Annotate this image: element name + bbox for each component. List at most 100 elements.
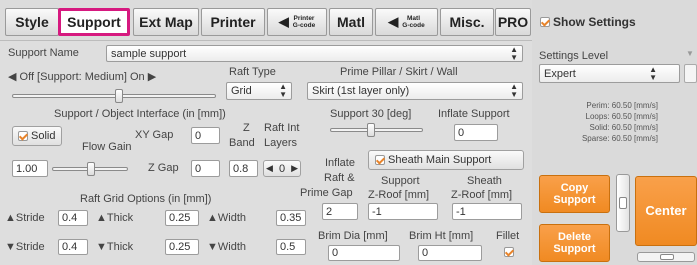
tab-matl-gcode-line2: G-code [402,22,425,29]
support-z-roof-label-1: Support [381,175,420,187]
speed-info: Perim: 60.50 [mm/s] Loops: 60.50 [mm/s] … [548,100,658,144]
left-arrow-icon: ◀ [388,14,399,29]
flow-gain-slider[interactable] [52,162,128,176]
thick-down-text: Thick [106,241,134,253]
raft-int-label-2: Layers [264,137,298,149]
up-arrow-icon[interactable]: ▲ [5,212,16,224]
width-up-text: Width [217,212,247,224]
width-down-input[interactable]: 0.5 [276,239,306,255]
support-angle-label: Support 30 [deg] [330,108,412,120]
copy-support-line2: Support [553,194,596,206]
prime-pillar-value: Skirt (1st layer only) [312,85,410,97]
raft-type-value: Grid [231,85,252,97]
settings-level-label: Settings Level [539,50,609,62]
solid-checkbox[interactable] [18,131,28,141]
fillet-toggle[interactable] [504,247,517,259]
settings-level-select[interactable]: Expert ▲ ▼ [539,64,680,83]
prime-pillar-select[interactable]: Skirt (1st layer only) ▲ ▼ [307,82,523,100]
inflate-support-input[interactable]: 0 [454,124,498,141]
tab-matl[interactable]: Matl [329,8,373,36]
support-z-roof-input[interactable]: -1 [368,203,438,220]
slider-thumb[interactable] [367,123,375,137]
vertical-slider-thumb[interactable] [619,197,627,209]
support-name-select[interactable]: sample support ▲ ▼ [106,45,523,62]
horizontal-slider-thumb[interactable] [660,254,674,260]
inflate-raft-input[interactable]: 2 [322,203,358,220]
copy-support-button[interactable]: Copy Support [539,175,610,213]
z-gap-input[interactable]: 0 [191,160,220,177]
support-level-slider[interactable] [12,89,216,103]
prime-pillar-label: Prime Pillar / Skirt / Wall [340,66,458,78]
down-arrow-icon[interactable]: ▼ [207,241,218,253]
left-arrow-icon: ◀ [8,71,17,83]
show-settings-checkbox[interactable] [540,17,550,27]
up-arrow-icon[interactable]: ▲ [207,212,218,224]
tab-support[interactable]: Support [58,8,130,36]
solid-label: Solid [31,130,56,142]
tab-misc-label: Misc. [449,14,485,30]
support-name-label: Support Name [8,47,79,59]
tab-ext-map[interactable]: Ext Map [133,8,199,36]
sheath-z-roof-input[interactable]: -1 [452,203,522,220]
brim-ht-label: Brim Ht [mm] [409,230,474,242]
tab-ext-map-label: Ext Map [139,14,193,30]
sheath-main-support-toggle[interactable]: Sheath Main Support [368,150,524,170]
brim-dia-input[interactable]: 0 [328,245,400,261]
left-arrow-icon[interactable]: ◀ [266,163,273,174]
width-up-input[interactable]: 0.35 [276,210,306,226]
raft-int-layers-stepper[interactable]: ◀ 0 ▶ [263,160,301,177]
thick-down-label: ▼Thick [96,241,133,253]
inflate-raft-label-2: Raft & [324,172,355,184]
inflate-raft-label-3: Prime Gap [300,187,353,199]
tab-printer-label: Printer [210,14,256,30]
fillet-checkbox[interactable] [504,247,514,257]
tab-pro[interactable]: PRO [495,8,531,36]
thick-down-input[interactable]: 0.25 [165,239,199,255]
support-angle-slider[interactable] [330,123,423,137]
tab-misc[interactable]: Misc. [440,8,494,36]
support-toggle-label: Off [Support: Medium] On [19,71,145,83]
stride-up-input[interactable]: 0.4 [58,210,88,226]
tab-printer-gcode[interactable]: ◀ Printer G-code [267,8,327,36]
horizontal-slider[interactable] [637,252,695,262]
interface-heading: Support / Object Interface (in [mm]) [54,108,226,120]
delete-support-line1: Delete [557,231,591,243]
right-arrow-icon: ▶ [147,71,157,83]
down-arrow-icon[interactable]: ▼ [96,241,107,253]
right-arrow-icon[interactable]: ▶ [291,163,298,174]
sheath-main-support-checkbox[interactable] [375,155,385,165]
raft-type-select[interactable]: Grid ▲ ▼ [226,82,292,100]
updown-caret-icon: ▲ ▼ [279,82,287,99]
tab-matl-label: Matl [337,14,365,30]
center-button[interactable]: Center [635,176,697,246]
stride-down-input[interactable]: 0.4 [58,239,88,255]
up-arrow-icon[interactable]: ▲ [96,212,107,224]
delete-support-button[interactable]: Delete Support [539,224,610,262]
settings-level-side-box[interactable] [684,64,697,83]
tab-matl-gcode[interactable]: ◀ Matl G-code [375,8,438,36]
settings-level-value: Expert [544,67,576,80]
tab-matl-gcode-line1: Matl [407,15,420,22]
stride-up-text: Stride [15,212,45,224]
tab-printer[interactable]: Printer [201,8,265,36]
loops-speed: Loops: 60.50 [mm/s] [585,112,658,121]
copy-support-line1: Copy [560,182,589,194]
z-band-label-2: Band [229,137,255,149]
slider-thumb[interactable] [115,89,123,103]
brim-ht-input[interactable]: 0 [418,245,482,261]
show-settings-toggle[interactable]: Show Settings [540,15,636,29]
thick-up-input[interactable]: 0.25 [165,210,199,226]
sheath-z-roof-label-2: Z-Roof [mm] [451,189,513,201]
z-band-input[interactable]: 0.8 [229,160,258,177]
down-arrow-icon[interactable]: ▼ [5,241,16,253]
sheath-main-support-label: Sheath Main Support [388,154,492,166]
tab-style[interactable]: Style [5,8,59,36]
solid-toggle[interactable]: Solid [12,126,62,146]
z-gap-label: Z Gap [148,162,179,174]
width-up-label: ▲Width [207,212,246,224]
xy-gap-input[interactable]: 0 [191,127,220,144]
stride-down-text: Stride [15,241,45,253]
vertical-slider[interactable] [616,174,630,232]
flow-gain-input[interactable]: 1.00 [12,160,48,177]
slider-thumb[interactable] [87,162,95,176]
